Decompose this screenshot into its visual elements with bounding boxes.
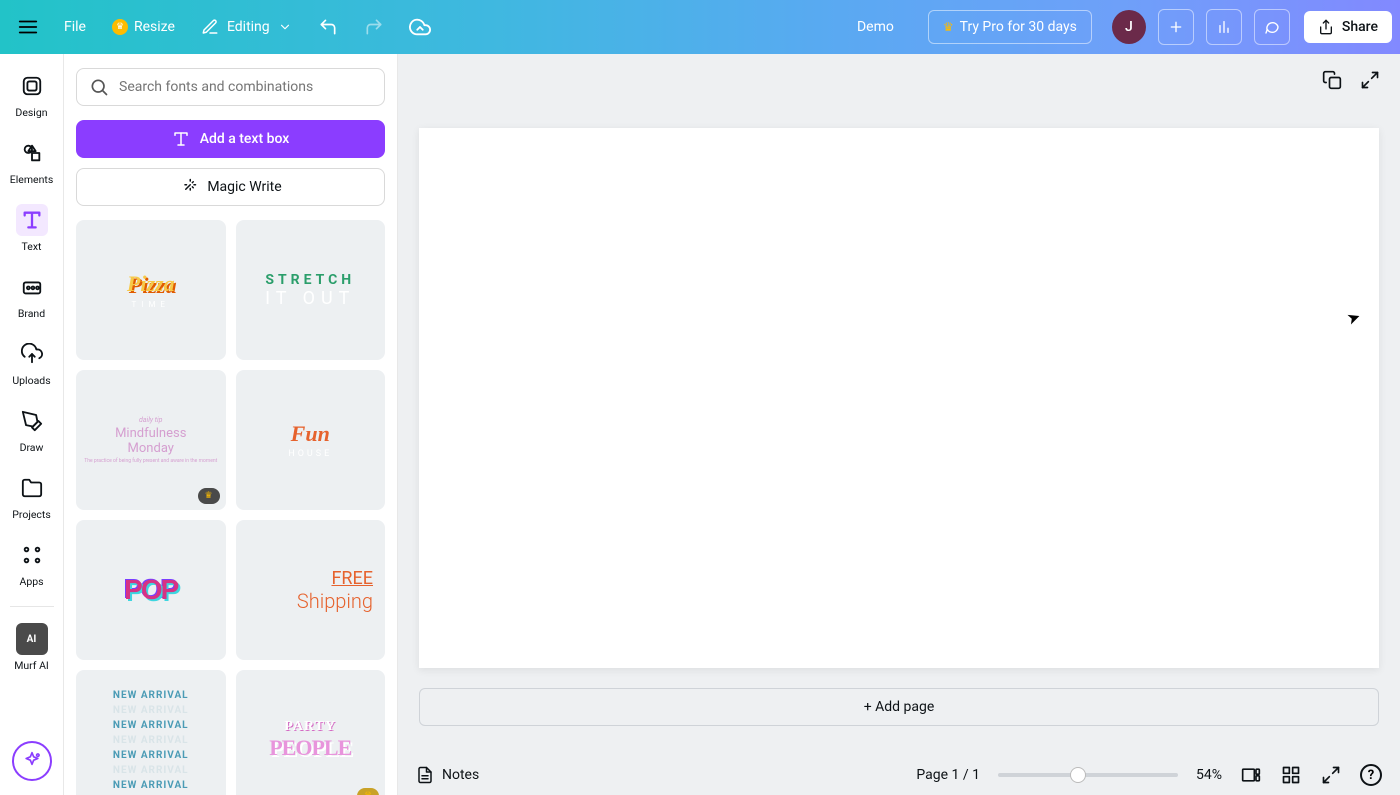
notes-icon	[416, 766, 434, 784]
rail-label: Apps	[19, 575, 43, 588]
rail-divider	[10, 606, 54, 607]
rail-label: Elements	[10, 173, 54, 186]
text-panel: Add a text box Magic Write Pizza TIME ST…	[64, 54, 398, 795]
font-tile-fun[interactable]: Fun HOUSE	[236, 370, 386, 510]
tile-text: STRETCH	[265, 272, 355, 288]
share-button[interactable]: Share	[1304, 11, 1392, 43]
tile-text: The practice of being fully present and …	[84, 458, 217, 464]
rail-murf-ai[interactable]: AI Murf AI	[3, 617, 61, 680]
tile-text: daily tip	[139, 416, 162, 424]
font-tile-party[interactable]: PARTY PEOPLE	[236, 670, 386, 795]
resize-label: Resize	[134, 19, 175, 35]
tile-text: Pizza	[127, 271, 175, 297]
rail-brand[interactable]: Brand	[3, 265, 61, 328]
tile-text: Monday	[128, 441, 174, 456]
duplicate-page-button[interactable]	[1320, 68, 1344, 92]
share-label: Share	[1342, 19, 1378, 35]
try-pro-label: Try Pro for 30 days	[960, 19, 1077, 35]
comments-button[interactable]	[1254, 9, 1290, 45]
slideshow-view-button[interactable]	[1240, 764, 1262, 786]
rail-draw[interactable]: Draw	[3, 399, 61, 462]
help-button[interactable]: ?	[1360, 764, 1382, 786]
rail-label: Draw	[20, 441, 44, 454]
tile-text: Fun	[291, 421, 330, 447]
analytics-button[interactable]	[1206, 9, 1242, 45]
font-tile-pop[interactable]: POP	[76, 520, 226, 660]
user-avatar[interactable]: J	[1112, 10, 1146, 44]
expand-page-button[interactable]	[1358, 68, 1382, 92]
search-box[interactable]	[76, 68, 385, 106]
undo-button[interactable]	[308, 7, 348, 47]
redo-button[interactable]	[354, 7, 394, 47]
add-text-label: Add a text box	[200, 131, 290, 147]
tile-text: FREE	[236, 568, 386, 589]
murf-icon: AI	[16, 623, 48, 655]
try-pro-button[interactable]: ♛ Try Pro for 30 days	[928, 10, 1092, 44]
page-indicator[interactable]: Page 1 / 1	[916, 767, 980, 783]
editing-mode-dropdown[interactable]: Editing	[191, 12, 302, 42]
add-text-box-button[interactable]: Add a text box	[76, 120, 385, 158]
magic-icon	[179, 178, 197, 196]
rail-label: Murf AI	[14, 659, 49, 672]
notes-button[interactable]: Notes	[416, 766, 479, 784]
font-tile-stretch[interactable]: STRETCH IT OUT	[236, 220, 386, 360]
rail-label: Projects	[12, 508, 51, 521]
resize-button[interactable]: ♛ Resize	[102, 11, 185, 43]
tile-text: Mindfulness	[115, 426, 186, 441]
rail-elements[interactable]: Elements	[3, 131, 61, 194]
tile-text: NEW ARRIVAL NEW ARRIVAL NEW ARRIVAL NEW …	[113, 688, 189, 793]
rail-apps[interactable]: Apps	[3, 533, 61, 596]
text-icon	[16, 204, 48, 236]
crown-icon: ♛	[112, 19, 128, 35]
premium-badge-icon	[198, 488, 220, 504]
tile-text: IT OUT	[265, 288, 355, 309]
text-icon	[172, 130, 190, 148]
file-menu[interactable]: File	[54, 11, 96, 43]
canvas-area: ➤ + Add page Notes Page 1 / 1 54% ?	[398, 54, 1400, 795]
add-page-button[interactable]: + Add page	[419, 688, 1379, 726]
premium-badge-icon	[357, 788, 379, 795]
design-title[interactable]: Demo	[857, 19, 894, 35]
zoom-slider[interactable]	[998, 773, 1178, 777]
font-tile-new-arrival[interactable]: NEW ARRIVAL NEW ARRIVAL NEW ARRIVAL NEW …	[76, 670, 226, 795]
rail-text[interactable]: Text	[3, 198, 61, 261]
design-canvas[interactable]	[419, 128, 1379, 668]
rail-label: Brand	[18, 307, 45, 320]
rail-label: Text	[22, 240, 42, 253]
rail-design[interactable]: Design	[3, 64, 61, 127]
cloud-sync-icon[interactable]	[400, 7, 440, 47]
rail-projects[interactable]: Projects	[3, 466, 61, 529]
rail-label: Uploads	[12, 374, 50, 387]
tile-text: PARTY	[284, 719, 336, 735]
tile-text: Shipping	[236, 589, 386, 613]
search-input[interactable]	[119, 79, 372, 95]
search-icon	[89, 77, 109, 97]
notes-label: Notes	[442, 767, 479, 783]
tile-text: POP	[124, 574, 177, 606]
rail-uploads[interactable]: Uploads	[3, 332, 61, 395]
zoom-thumb[interactable]	[1070, 767, 1086, 783]
main-menu-button[interactable]	[8, 7, 48, 47]
rail-label: Design	[15, 106, 47, 119]
font-tile-mindfulness[interactable]: daily tip MindfulnessMonday The practice…	[76, 370, 226, 510]
zoom-percentage[interactable]: 54%	[1196, 767, 1222, 783]
chevron-down-icon	[278, 20, 292, 34]
fullscreen-button[interactable]	[1320, 764, 1342, 786]
editing-label: Editing	[227, 19, 270, 35]
tile-text: PEOPLE	[269, 735, 351, 761]
tile-text: HOUSE	[288, 449, 332, 459]
ai-assistant-fab[interactable]	[12, 741, 52, 781]
grid-view-button[interactable]	[1280, 764, 1302, 786]
top-bar: File ♛ Resize Editing Demo ♛ Try Pro for…	[0, 0, 1400, 54]
tile-text: TIME	[132, 300, 170, 309]
crown-icon: ♛	[943, 20, 954, 34]
bottom-bar: Notes Page 1 / 1 54% ?	[398, 755, 1400, 795]
font-tile-free-shipping[interactable]: FREE Shipping	[236, 520, 386, 660]
magic-write-button[interactable]: Magic Write	[76, 168, 385, 206]
invite-button[interactable]	[1158, 9, 1194, 45]
magic-write-label: Magic Write	[207, 179, 281, 195]
nav-rail: Design Elements Text Brand Uploads Draw …	[0, 54, 64, 795]
font-tile-pizza[interactable]: Pizza TIME	[76, 220, 226, 360]
